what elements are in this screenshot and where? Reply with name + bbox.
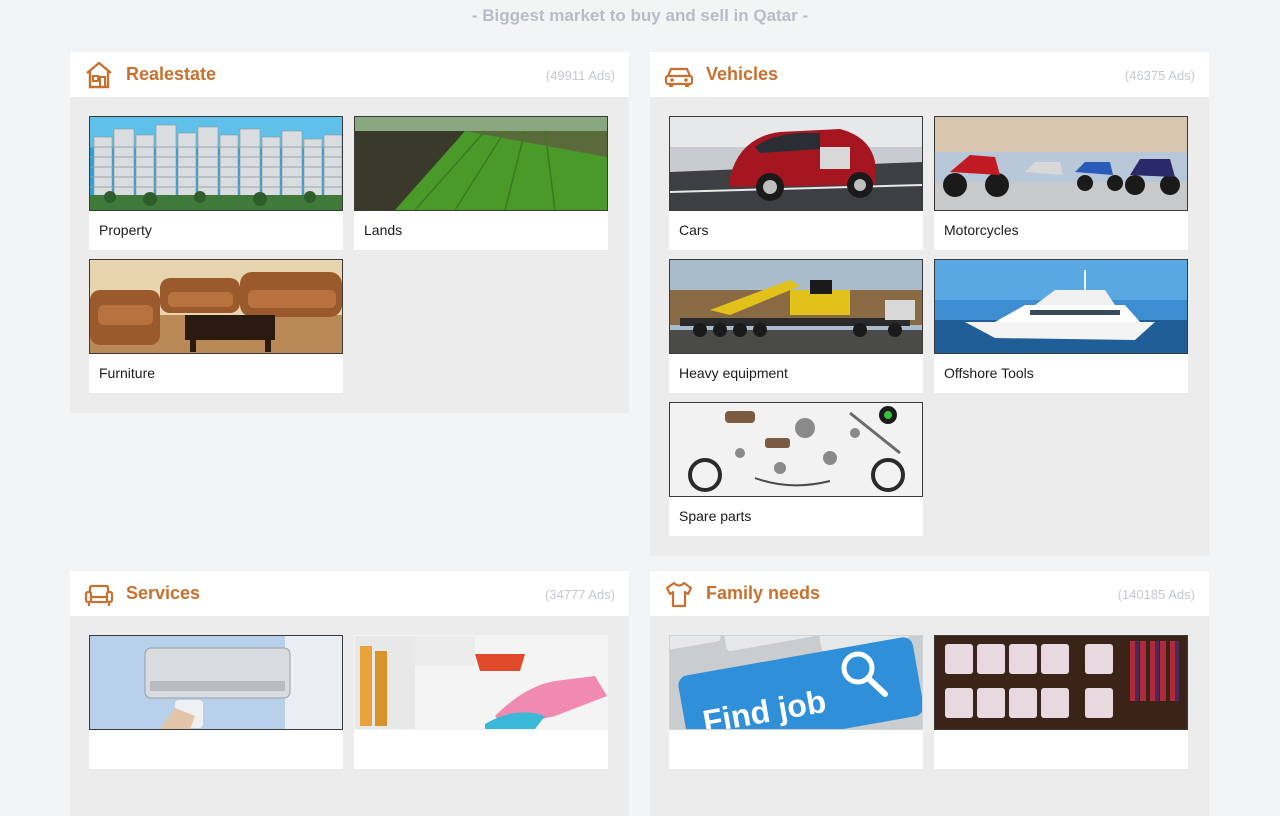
subcategory-label[interactable]: Lands	[364, 222, 402, 238]
green-field-image[interactable]	[354, 116, 608, 211]
shirt-icon	[665, 581, 693, 608]
category-panel-realestate: Realestate (49911 Ads) Property Lands Fu…	[70, 52, 629, 413]
subcategory-tile-services-2[interactable]	[354, 635, 608, 769]
sofa-icon	[84, 584, 114, 606]
panel-header: Realestate (49911 Ads)	[70, 52, 629, 97]
category-panel-services: Services (34777 Ads)	[70, 571, 629, 816]
category-title-family-needs[interactable]: Family needs	[706, 583, 820, 604]
ads-count: (140185 Ads)	[1117, 587, 1195, 602]
subcategory-tile-heavy-equipment[interactable]: Heavy equipment	[669, 259, 923, 393]
find-job-key-image[interactable]: Find job	[669, 635, 923, 730]
subcategory-label[interactable]: Property	[99, 222, 152, 238]
subcategory-label[interactable]: Furniture	[99, 365, 155, 381]
panel-body: Find job	[650, 616, 1209, 816]
subcategory-tile-furniture[interactable]: Furniture	[89, 259, 343, 393]
red-luxury-car-image[interactable]	[669, 116, 923, 211]
apartment-buildings-image[interactable]	[89, 116, 343, 211]
category-panel-family-needs: Family needs (140185 Ads) Find job	[650, 571, 1209, 816]
ads-count: (49911 Ads)	[545, 68, 615, 83]
category-panel-vehicles: Vehicles (46375 Ads) Cars Motorcycles He…	[650, 52, 1209, 556]
motorcycles-row-image[interactable]	[934, 116, 1188, 211]
subcategory-tile-family-needs-1[interactable]: Find job	[669, 635, 923, 769]
panel-body: Property Lands Furniture	[70, 97, 629, 413]
shirts-and-ties-image[interactable]	[934, 635, 1188, 730]
subcategory-tile-property[interactable]: Property	[89, 116, 343, 250]
excavator-on-trailer-image[interactable]	[669, 259, 923, 354]
subcategory-label[interactable]: Offshore Tools	[944, 365, 1034, 381]
subcategory-label[interactable]: Cars	[679, 222, 709, 238]
subcategory-tile-lands[interactable]: Lands	[354, 116, 608, 250]
panel-header: Family needs (140185 Ads)	[650, 571, 1209, 616]
subcategory-tile-spare-parts[interactable]: Spare parts	[669, 402, 923, 536]
ads-count: (34777 Ads)	[544, 587, 615, 602]
subcategory-tile-motorcycles[interactable]: Motorcycles	[934, 116, 1188, 250]
panel-header: Vehicles (46375 Ads)	[650, 52, 1209, 97]
car-icon	[664, 67, 694, 87]
site-tagline: - Biggest market to buy and sell in Qata…	[471, 6, 809, 25]
category-title-services[interactable]: Services	[126, 583, 200, 604]
subcategory-label[interactable]: Motorcycles	[944, 222, 1019, 238]
ads-count: (46375 Ads)	[1124, 68, 1195, 83]
subcategory-label[interactable]: Spare parts	[679, 508, 751, 524]
house-icon	[86, 61, 112, 89]
leather-sofa-set-image[interactable]	[89, 259, 343, 354]
category-title-realestate[interactable]: Realestate	[126, 64, 216, 85]
subcategory-tile-cars[interactable]: Cars	[669, 116, 923, 250]
category-title-vehicles[interactable]: Vehicles	[706, 64, 778, 85]
yacht-image[interactable]	[934, 259, 1188, 354]
subcategory-label[interactable]: Heavy equipment	[679, 365, 788, 381]
air-conditioner-image[interactable]	[89, 635, 343, 730]
subcategory-tile-services-1[interactable]	[89, 635, 343, 769]
cleaning-gloves-image[interactable]	[354, 635, 608, 730]
subcategory-tile-offshore-tools[interactable]: Offshore Tools	[934, 259, 1188, 393]
subcategory-tile-family-needs-2[interactable]	[934, 635, 1188, 769]
motorcycle-parts-image[interactable]	[669, 402, 923, 497]
panel-body: Cars Motorcycles Heavy equipment Offshor…	[650, 97, 1209, 556]
panel-body	[70, 616, 629, 816]
panel-header: Services (34777 Ads)	[70, 571, 629, 616]
